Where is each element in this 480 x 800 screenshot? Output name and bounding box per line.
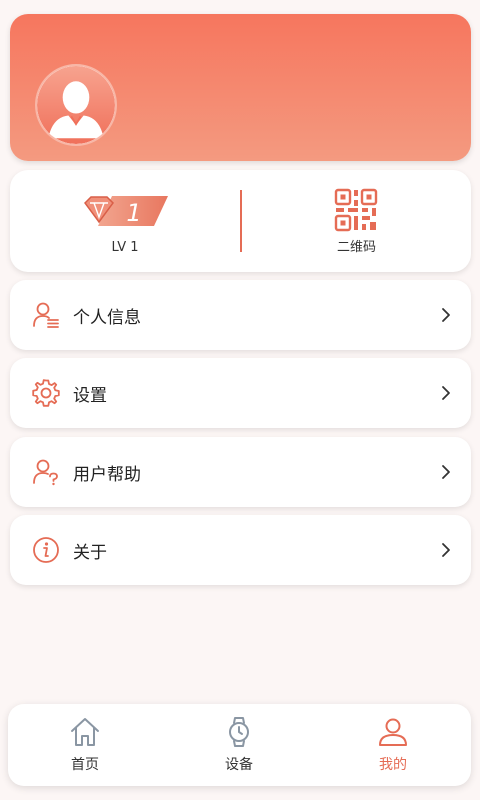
watch-icon [229,717,249,747]
bottom-tab-bar: 首页 设备 我的 [8,704,471,786]
user-help-icon [33,459,58,486]
menu-item-about[interactable]: 关于 [10,515,471,585]
level-badge-number: 1 [126,199,141,227]
chevron-right-icon [442,543,450,557]
info-icon [33,537,59,563]
menu-item-label: 关于 [73,543,107,563]
chevron-right-icon [442,386,450,400]
qr-code-button[interactable]: 二维码 [242,170,471,272]
menu-item-user-help[interactable]: 用户帮助 [10,437,471,507]
gear-icon [32,379,60,407]
level-label: LV 1 [111,240,139,255]
qr-label: 二维码 [336,240,376,255]
menu-item-label: 个人信息 [73,308,141,328]
tab-device[interactable]: 设备 [162,704,316,786]
tab-mine[interactable]: 我的 [316,704,470,786]
stats-card: 1 LV 1 二维码 [10,170,471,272]
chevron-right-icon [442,308,450,322]
level-block[interactable]: 1 LV 1 [10,170,240,272]
tab-home[interactable]: 首页 [8,704,162,786]
qr-code-icon [334,188,378,232]
home-icon [71,718,99,746]
menu-item-label: 设置 [73,386,107,406]
profile-icon [379,718,407,746]
menu-item-personal-info[interactable]: 个人信息 [10,280,471,350]
tab-label: 首页 [71,757,99,773]
profile-header [10,14,471,161]
tab-label: 设备 [225,757,253,773]
user-avatar-icon[interactable] [35,64,117,146]
person-info-icon [33,302,59,328]
menu-item-label: 用户帮助 [73,465,141,485]
chevron-right-icon [442,465,450,479]
menu-item-settings[interactable]: 设置 [10,358,471,428]
tab-label: 我的 [379,757,407,773]
level-badge: 1 [82,193,168,229]
